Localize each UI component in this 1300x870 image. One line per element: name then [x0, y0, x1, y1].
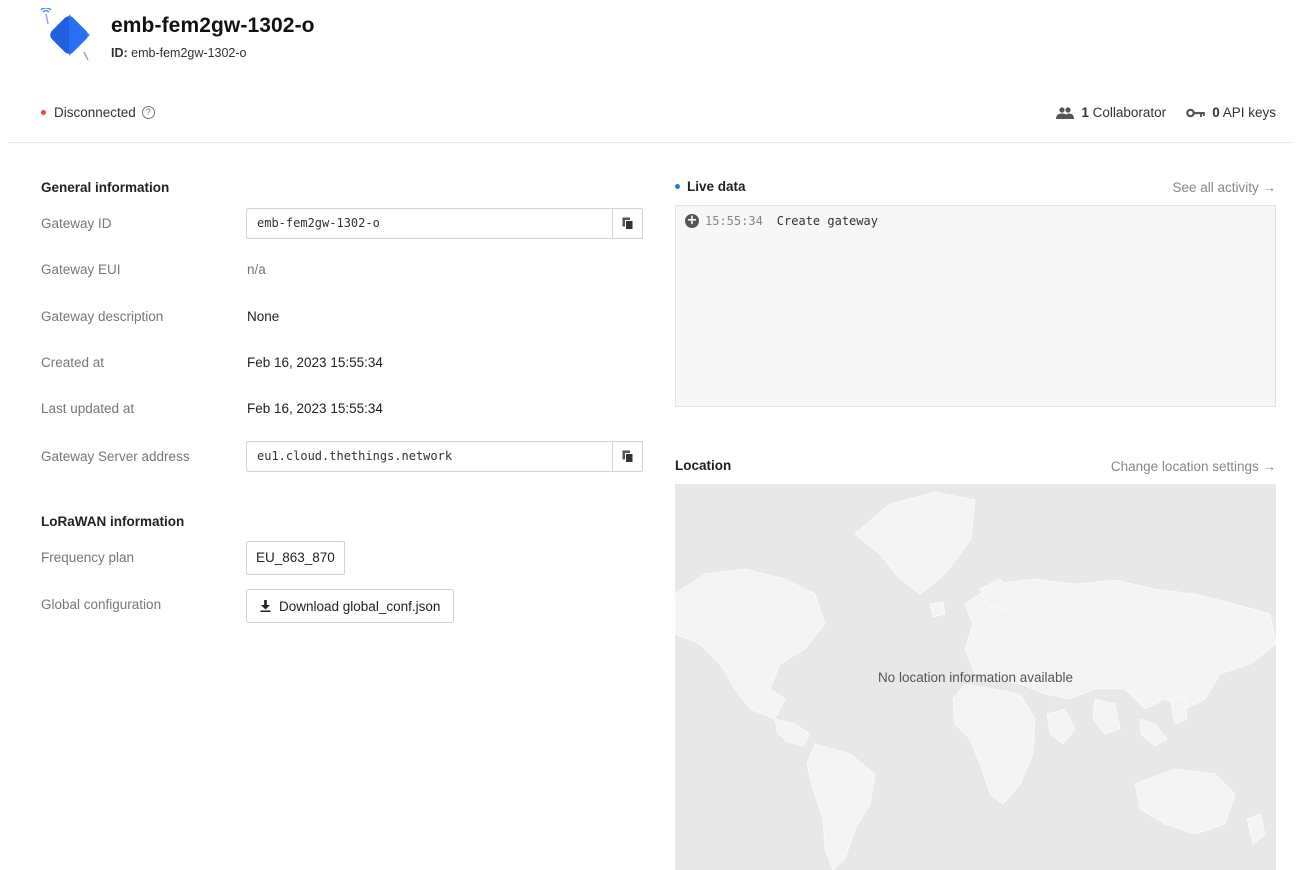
- api-keys-link[interactable]: 0 API keys: [1186, 105, 1276, 120]
- connection-status: Disconnected ?: [41, 105, 155, 120]
- created-at-label: Created at: [41, 355, 105, 370]
- collaborators-count: 1: [1081, 105, 1089, 120]
- last-updated-at-label: Last updated at: [41, 401, 135, 416]
- event-time: 15:55:34: [705, 214, 763, 228]
- gateway-id-value[interactable]: emb-fem2gw-1302-o: [257, 216, 380, 230]
- world-map: No location information available: [675, 484, 1276, 870]
- last-updated-at-value: Feb 16, 2023 15:55:34: [247, 401, 383, 416]
- gateway-description-label: Gateway description: [41, 309, 164, 324]
- gateway-id-subtitle: ID: emb-fem2gw-1302-o: [111, 46, 247, 60]
- server-address-label: Gateway Server address: [41, 449, 190, 464]
- collaborators-label: Collaborator: [1092, 105, 1167, 120]
- gateway-description-value: None: [247, 309, 280, 324]
- copy-gateway-id-button[interactable]: [612, 209, 642, 238]
- gateway-icon: [40, 8, 90, 61]
- copy-server-address-button[interactable]: [612, 442, 642, 471]
- created-at-value: Feb 16, 2023 15:55:34: [247, 355, 383, 370]
- id-label: ID:: [111, 46, 128, 60]
- event-name: Create gateway: [776, 214, 878, 228]
- status-bar: Disconnected ? 1 Collaborator 0 API keys: [0, 100, 1300, 130]
- global-configuration-label: Global configuration: [41, 597, 162, 612]
- live-dot: [675, 184, 680, 189]
- gateway-header: emb-fem2gw-1302-o ID: emb-fem2gw-1302-o: [0, 0, 1300, 100]
- lorawan-information-title: LoRaWAN information: [41, 514, 185, 529]
- status-text: Disconnected: [54, 105, 136, 120]
- live-data-panel: + 15:55:34 Create gateway: [675, 205, 1276, 407]
- api-keys-count: 0: [1212, 105, 1220, 120]
- question-circle-icon[interactable]: ?: [141, 106, 155, 119]
- gateway-eui-label: Gateway EUI: [41, 262, 121, 277]
- see-all-activity-link[interactable]: See all activity →: [1172, 180, 1276, 195]
- general-information-title: General information: [41, 180, 170, 195]
- server-address-field[interactable]: eu1.cloud.thethings.network: [246, 441, 643, 472]
- gateway-id-label: Gateway ID: [41, 216, 112, 231]
- status-dot: [41, 110, 46, 115]
- key-icon: [1186, 108, 1205, 117]
- event-row[interactable]: + 15:55:34 Create gateway: [685, 214, 878, 228]
- api-keys-label: API keys: [1222, 105, 1276, 120]
- people-icon: [1056, 106, 1075, 119]
- gateway-id-field[interactable]: emb-fem2gw-1302-o: [246, 208, 643, 239]
- id-value: emb-fem2gw-1302-o: [131, 46, 247, 60]
- download-icon: [260, 600, 271, 612]
- change-location-settings-link[interactable]: Change location settings →: [1111, 459, 1276, 474]
- live-data-title: Live data: [675, 179, 746, 194]
- copy-icon: [622, 217, 633, 230]
- header-divider: [8, 142, 1294, 143]
- location-title: Location: [675, 458, 732, 473]
- frequency-plan-value: EU_863_870: [246, 541, 345, 575]
- download-button-label: Download global_conf.json: [279, 598, 441, 614]
- create-event-icon: +: [685, 213, 699, 228]
- page-title: emb-fem2gw-1302-o: [111, 14, 315, 37]
- collaborators-link[interactable]: 1 Collaborator: [1055, 105, 1166, 120]
- gateway-meta: 1 Collaborator 0 API keys: [1055, 105, 1276, 120]
- copy-icon: [622, 450, 633, 463]
- download-global-conf-button[interactable]: Download global_conf.json: [246, 589, 455, 623]
- server-address-value[interactable]: eu1.cloud.thethings.network: [257, 449, 452, 463]
- no-location-message: No location information available: [877, 670, 1074, 685]
- gateway-eui-value: n/a: [247, 262, 266, 277]
- live-data-label: Live data: [687, 179, 746, 194]
- frequency-plan-label: Frequency plan: [41, 550, 135, 565]
